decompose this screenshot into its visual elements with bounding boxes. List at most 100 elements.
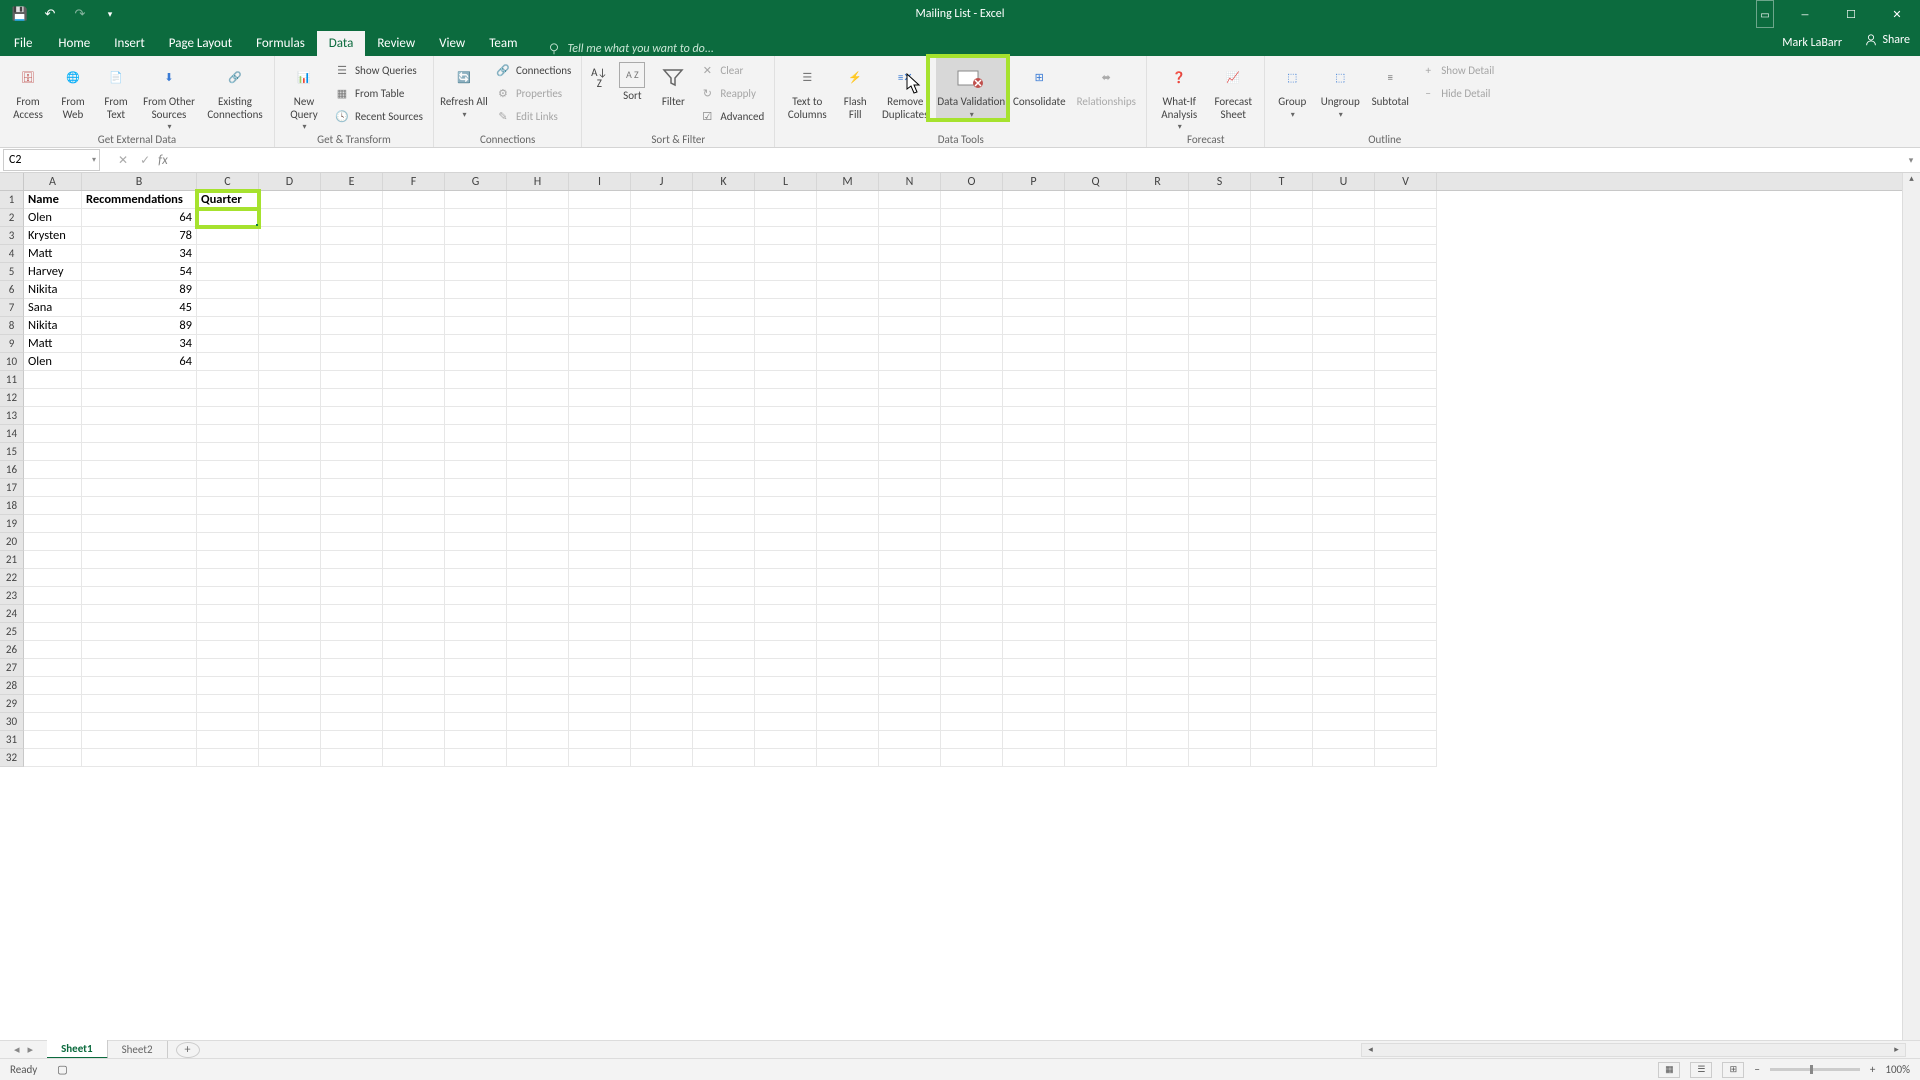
cell[interactable] [24, 641, 82, 659]
cell[interactable] [1189, 695, 1251, 713]
cell[interactable] [1251, 371, 1313, 389]
cell[interactable] [693, 245, 755, 263]
cell[interactable] [1189, 731, 1251, 749]
cell[interactable] [1065, 659, 1127, 677]
zoom-out-icon[interactable]: − [1754, 1063, 1759, 1076]
tab-file[interactable]: File [0, 31, 46, 56]
cell[interactable]: 34 [82, 335, 197, 353]
cell[interactable] [1065, 443, 1127, 461]
cell[interactable] [321, 263, 383, 281]
cell[interactable] [24, 371, 82, 389]
cell[interactable] [445, 443, 507, 461]
cell[interactable] [82, 389, 197, 407]
formula-input[interactable] [168, 149, 1902, 171]
cell[interactable]: 64 [82, 209, 197, 227]
cell[interactable] [1065, 461, 1127, 479]
cell[interactable] [321, 407, 383, 425]
zoom-slider[interactable] [1770, 1068, 1860, 1071]
cell[interactable] [1003, 263, 1065, 281]
col-header-O[interactable]: O [941, 173, 1003, 190]
cell[interactable] [259, 389, 321, 407]
cell[interactable] [259, 677, 321, 695]
cell[interactable] [569, 371, 631, 389]
cell[interactable] [24, 605, 82, 623]
cell[interactable] [569, 479, 631, 497]
cell[interactable] [569, 749, 631, 767]
cell[interactable] [197, 641, 259, 659]
cell[interactable] [197, 425, 259, 443]
cell[interactable] [879, 551, 941, 569]
cell[interactable] [817, 533, 879, 551]
cell[interactable] [197, 209, 259, 227]
cell[interactable] [1251, 443, 1313, 461]
cell[interactable] [1313, 569, 1375, 587]
cell[interactable] [383, 389, 445, 407]
cell[interactable] [817, 407, 879, 425]
cell[interactable] [631, 191, 693, 209]
cell[interactable] [755, 263, 817, 281]
recent-sources-button[interactable]: 🕓Recent Sources [330, 106, 427, 127]
cell[interactable] [383, 569, 445, 587]
cell[interactable] [1375, 731, 1437, 749]
sheet-tab-2[interactable]: Sheet2 [108, 1041, 168, 1058]
cell[interactable] [1313, 497, 1375, 515]
from-web-button[interactable]: 🌐From Web [53, 58, 93, 121]
cell[interactable] [321, 299, 383, 317]
cell[interactable] [693, 407, 755, 425]
cell[interactable] [259, 299, 321, 317]
cell[interactable] [1189, 587, 1251, 605]
what-if-analysis-button[interactable]: ❓What-If Analysis▾ [1153, 58, 1205, 132]
cell[interactable] [569, 623, 631, 641]
cell[interactable] [755, 227, 817, 245]
cell[interactable] [1127, 497, 1189, 515]
cell[interactable] [1375, 299, 1437, 317]
tell-me-search[interactable]: Tell me what you want to do... [547, 42, 713, 56]
cell[interactable] [693, 515, 755, 533]
cell[interactable] [82, 659, 197, 677]
cell[interactable] [383, 407, 445, 425]
cell[interactable] [1127, 713, 1189, 731]
cell[interactable]: Olen [24, 353, 82, 371]
row-header-6[interactable]: 6 [0, 281, 24, 299]
select-all-corner[interactable] [0, 173, 24, 191]
cell[interactable] [1127, 191, 1189, 209]
cell[interactable] [693, 317, 755, 335]
cell[interactable] [1375, 587, 1437, 605]
refresh-all-button[interactable]: 🔄Refresh All▾ [440, 58, 488, 120]
cell[interactable] [693, 533, 755, 551]
cell[interactable] [1189, 245, 1251, 263]
cell[interactable] [879, 191, 941, 209]
cell[interactable] [82, 713, 197, 731]
cell[interactable] [445, 659, 507, 677]
show-queries-button[interactable]: ☰Show Queries [330, 60, 427, 81]
cell[interactable] [941, 623, 1003, 641]
cell[interactable] [693, 479, 755, 497]
cell[interactable] [879, 713, 941, 731]
cell[interactable] [1313, 749, 1375, 767]
cell[interactable]: Name [24, 191, 82, 209]
row-header-16[interactable]: 16 [0, 461, 24, 479]
cell[interactable] [197, 497, 259, 515]
cell[interactable] [259, 533, 321, 551]
cell[interactable] [817, 641, 879, 659]
filter-button[interactable]: Filter [654, 58, 692, 109]
tab-home[interactable]: Home [46, 31, 102, 56]
cell[interactable] [817, 605, 879, 623]
cell[interactable] [24, 551, 82, 569]
cell[interactable] [693, 335, 755, 353]
cell[interactable] [197, 245, 259, 263]
cell[interactable] [755, 569, 817, 587]
cell[interactable] [879, 353, 941, 371]
cell[interactable] [1251, 479, 1313, 497]
cell[interactable] [631, 551, 693, 569]
cell[interactable] [879, 209, 941, 227]
cell[interactable] [631, 389, 693, 407]
row-header-21[interactable]: 21 [0, 551, 24, 569]
cell[interactable] [693, 605, 755, 623]
cell[interactable] [197, 731, 259, 749]
cell[interactable] [1127, 605, 1189, 623]
cell[interactable] [1065, 569, 1127, 587]
cell[interactable] [321, 191, 383, 209]
cell[interactable] [82, 533, 197, 551]
cell[interactable] [755, 245, 817, 263]
